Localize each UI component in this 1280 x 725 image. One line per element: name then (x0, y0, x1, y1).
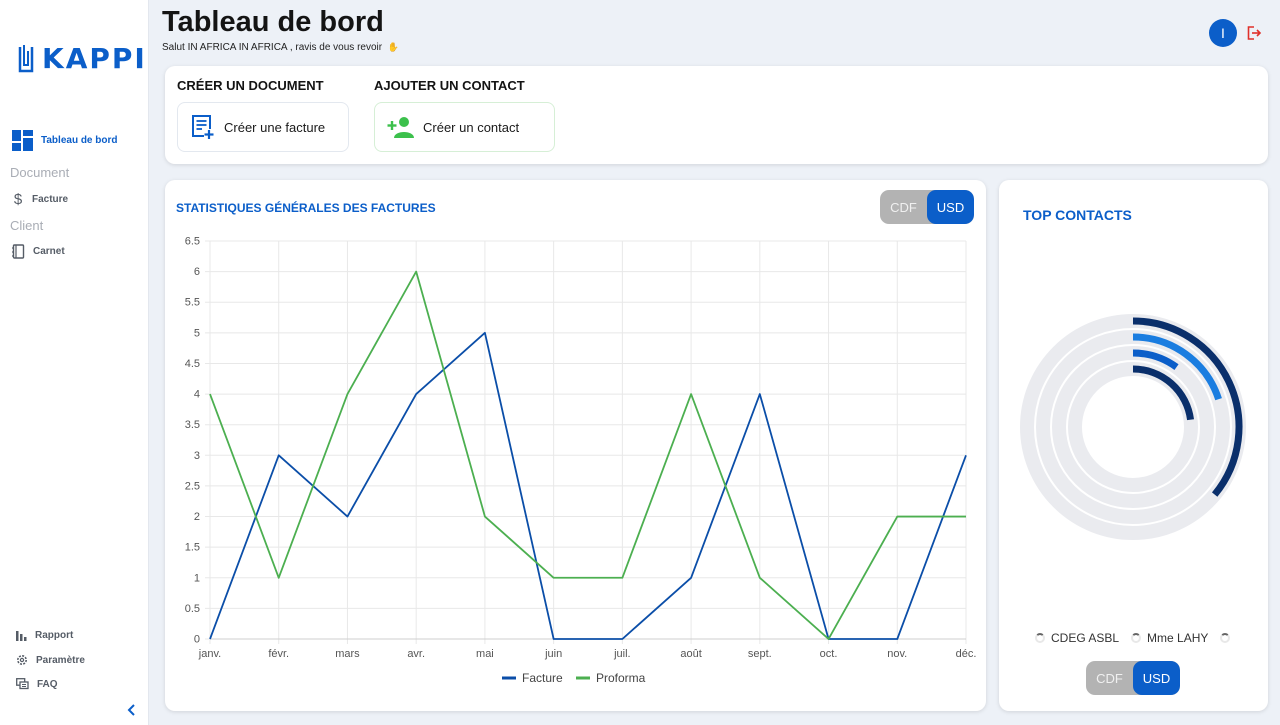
x-tick-label: juil. (613, 648, 631, 660)
kappi-logo[interactable]: KAPPI (16, 42, 147, 75)
dollar-icon: $ (13, 191, 23, 208)
x-tick-label: févr. (268, 648, 289, 660)
sidebar-item-parametre[interactable]: Paramètre (16, 654, 85, 666)
greeting: Salut IN AFRICA IN AFRICA , ravis de vou… (162, 42, 399, 53)
create-invoice-label: Créer une facture (224, 119, 326, 135)
contacts-legend: CDEG ASBL Mme LAHY (1035, 631, 1248, 645)
dashboard-icon (12, 130, 33, 151)
sidebar-item-carnet[interactable]: Carnet (12, 244, 65, 259)
clip-icon (18, 44, 34, 72)
y-tick-label: 1 (194, 572, 200, 584)
sidebar-item-facture[interactable]: $ Facture (12, 191, 68, 208)
logout-button[interactable] (1246, 25, 1262, 41)
logout-icon (1247, 26, 1262, 40)
top-contacts-card: TOP CONTACTS CDEG ASBL Mme LAHY CDF USD (999, 180, 1268, 711)
invoice-add-icon (192, 115, 214, 139)
loading-spinner-icon (1131, 633, 1142, 643)
currency-usd-option[interactable]: USD (1133, 661, 1180, 695)
contacts-currency-toggle: CDF USD (1086, 661, 1180, 695)
create-contact-button[interactable]: Créer un contact (374, 102, 555, 152)
x-tick-label: mai (476, 648, 494, 660)
x-tick-label: août (680, 648, 701, 660)
x-tick-label: oct. (820, 648, 838, 660)
page-title: Tableau de bord (162, 6, 384, 38)
y-tick-label: 1.5 (185, 542, 200, 554)
sidebar-item-label: Facture (32, 194, 69, 205)
wave-icon: ✋ (387, 42, 400, 52)
y-tick-label: 5 (194, 327, 200, 339)
top-contacts-radial-chart (1020, 314, 1246, 540)
invoice-line-chart: 0 0.5 1 1.5 2 2.5 3 3.5 4 4.5 5 5.5 6 6.5 janv. févr. m… (185, 236, 977, 686)
invoice-stats-card: STATISTIQUES GÉNÉRALES DES FACTURES CDF … (165, 180, 986, 711)
y-tick-label: 2.5 (185, 480, 200, 492)
create-contact-label: Créer un contact (423, 119, 520, 135)
loading-spinner-icon (1035, 633, 1045, 643)
x-tick-label: déc. (956, 648, 977, 660)
notebook-icon (12, 244, 25, 259)
create-invoice-button[interactable]: Créer une facture (177, 102, 349, 152)
chevron-left-icon (127, 704, 135, 716)
bar-chart-icon (16, 631, 27, 641)
y-tick-label: 3 (194, 450, 200, 462)
add-person-icon (387, 117, 414, 138)
section-client: Client (10, 218, 44, 233)
greeting-text: Salut IN AFRICA IN AFRICA , ravis de vou… (162, 42, 383, 53)
add-contact-title: AJOUTER UN CONTACT (374, 78, 525, 93)
legend-item[interactable]: Mme LAHY (1131, 631, 1208, 645)
sidebar-item-faq[interactable]: FAQ (16, 678, 58, 690)
x-tick-label: nov. (887, 648, 907, 660)
legend-label: CDEG ASBL (1051, 631, 1120, 645)
x-tick-label: juin (544, 648, 562, 660)
y-tick-label: 6 (194, 266, 200, 278)
y-tick-label: 2 (194, 511, 200, 523)
x-tick-label: janv. (198, 648, 221, 660)
collapse-sidebar-button[interactable] (124, 702, 140, 718)
sidebar-item-label: FAQ (37, 678, 58, 690)
y-tick-label: 5.5 (185, 297, 200, 309)
contacts-title: TOP CONTACTS (1023, 207, 1132, 223)
sidebar-item-label: Carnet (33, 246, 65, 257)
legend-label: Facture (522, 671, 563, 685)
sidebar-item-label: Paramètre (36, 654, 85, 666)
legend-label: Mme LAHY (1147, 631, 1209, 645)
avatar[interactable]: I (1209, 19, 1237, 47)
legend-item[interactable]: CDEG ASBL (1035, 631, 1119, 645)
y-tick-label: 4.5 (185, 358, 200, 370)
sidebar-item-dashboard[interactable]: Tableau de bord (12, 130, 118, 151)
y-tick-label: 6.5 (185, 236, 200, 248)
currency-cdf-option[interactable]: CDF (1086, 661, 1133, 695)
loading-spinner-icon (1220, 633, 1231, 643)
y-tick-label: 3.5 (185, 419, 200, 431)
sidebar: KAPPI Tableau de bord Document $ Facture… (0, 0, 149, 725)
gear-icon (17, 655, 27, 665)
create-document-title: CRÉER UN DOCUMENT (177, 78, 324, 93)
legend-item[interactable] (1220, 633, 1236, 643)
quick-actions-card: CRÉER UN DOCUMENT Créer une facture AJOU… (165, 66, 1268, 164)
section-document: Document (10, 165, 70, 180)
x-tick-label: avr. (407, 648, 425, 660)
y-tick-label: 0 (194, 634, 200, 646)
x-tick-label: sept. (748, 648, 772, 660)
faq-icon (16, 678, 29, 690)
legend-label: Proforma (596, 671, 646, 685)
sidebar-item-label: Tableau de bord (41, 135, 118, 146)
y-tick-label: 0.5 (185, 603, 200, 615)
logo-text: KAPPI (42, 42, 147, 75)
sidebar-item-rapport[interactable]: Rapport (16, 629, 73, 641)
y-tick-label: 4 (194, 389, 200, 401)
sidebar-item-label: Rapport (35, 629, 74, 641)
x-tick-label: mars (335, 648, 360, 660)
